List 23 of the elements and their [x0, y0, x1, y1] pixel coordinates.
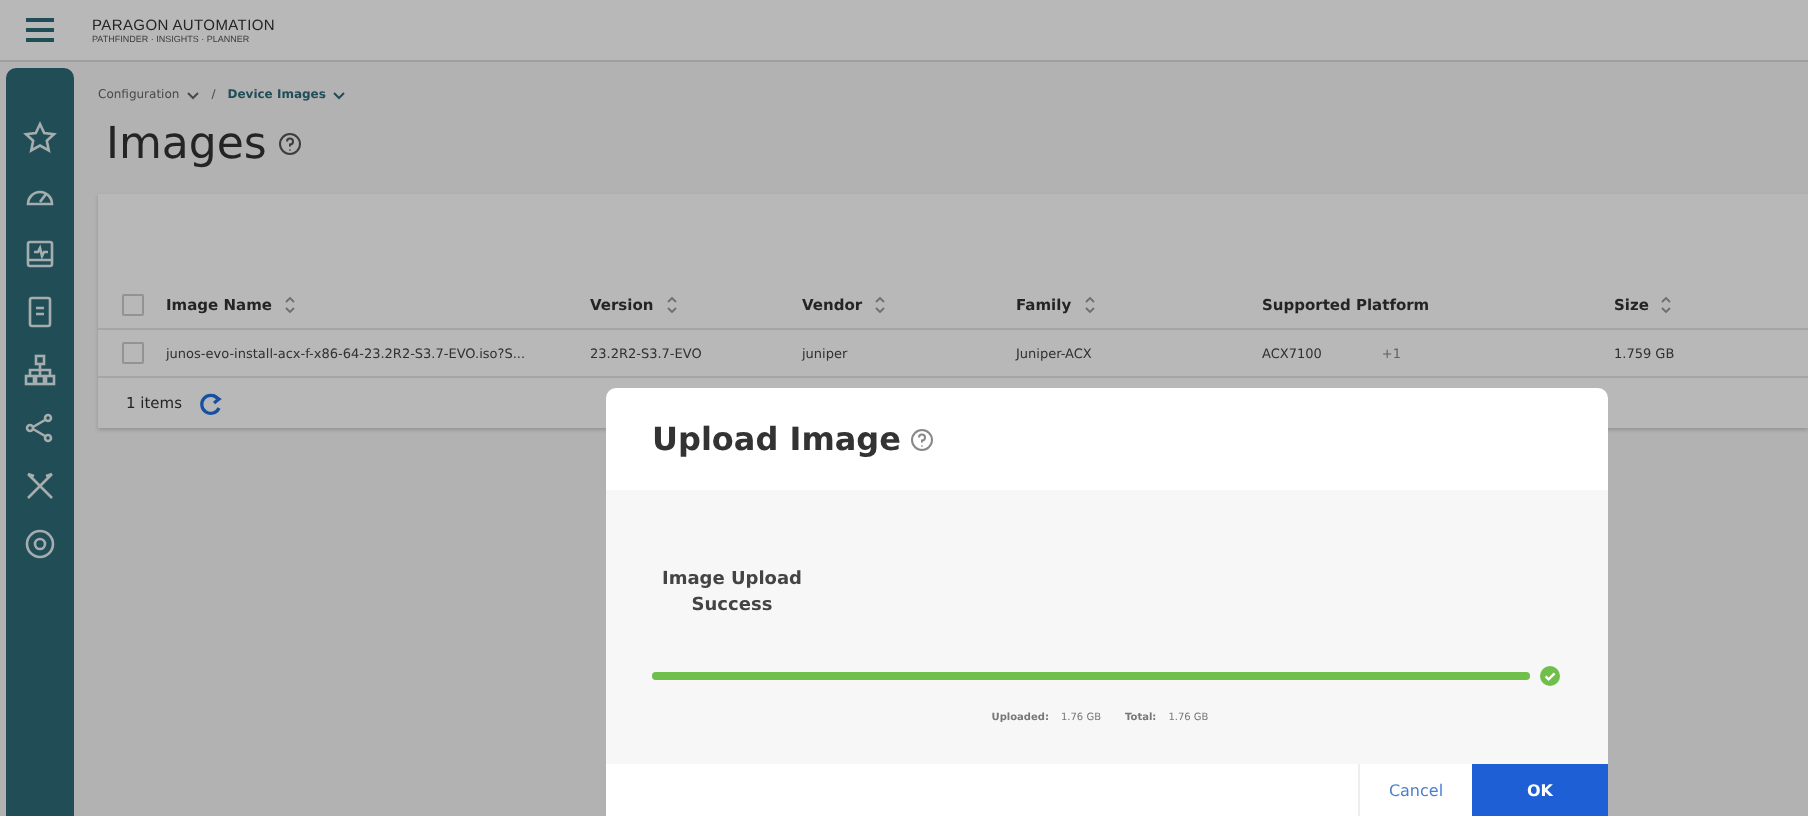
refresh-icon[interactable] — [198, 391, 223, 415]
help-icon — [910, 427, 935, 451]
gear-icon[interactable] — [22, 526, 58, 562]
sort-icon[interactable] — [1083, 296, 1096, 314]
row-checkbox[interactable] — [122, 342, 144, 364]
select-all-checkbox[interactable] — [122, 294, 144, 316]
star-icon[interactable] — [22, 120, 58, 156]
chevron-down-icon[interactable] — [185, 89, 200, 101]
sort-icon[interactable] — [874, 296, 887, 314]
menu-icon[interactable] — [24, 18, 56, 42]
chevron-down-icon[interactable] — [331, 89, 346, 101]
share-icon[interactable] — [22, 410, 58, 446]
dialog-title: Upload Image — [652, 420, 901, 458]
monitor-icon[interactable] — [22, 236, 58, 272]
sort-icon[interactable] — [1660, 296, 1673, 314]
sort-icon[interactable] — [283, 296, 296, 314]
upload-status: Image Upload Success — [659, 568, 804, 620]
page-title: Images — [106, 119, 267, 169]
hierarchy-icon[interactable] — [22, 352, 58, 388]
ok-button[interactable]: OK — [1472, 764, 1608, 816]
help-icon — [278, 132, 303, 156]
tools-icon[interactable] — [22, 468, 58, 504]
sort-icon[interactable] — [665, 296, 678, 314]
